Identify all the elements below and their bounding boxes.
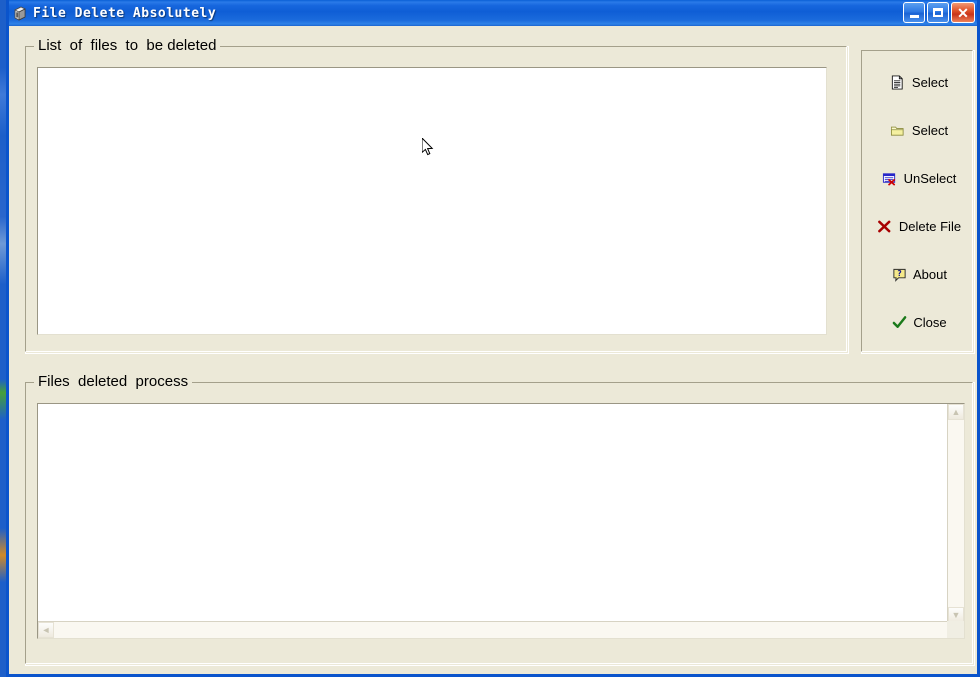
scroll-track-horizontal[interactable] (54, 622, 949, 638)
scroll-up-button[interactable]: ▲ (948, 404, 964, 420)
scrollbar-corner (947, 621, 964, 638)
maximize-button[interactable] (927, 2, 949, 23)
green-check-icon (891, 314, 907, 330)
question-bubble-icon: ? (891, 266, 907, 282)
close-icon: ✕ (957, 4, 969, 21)
process-groupbox: Files deleted process ▲ ▼ ◄ (25, 373, 975, 666)
file-list-groupbox: List of files to be deleted (25, 37, 849, 354)
file-list-legend: List of files to be deleted (34, 37, 221, 54)
maximize-icon (933, 8, 943, 17)
red-x-icon (877, 218, 893, 234)
about-button[interactable]: ? About (866, 259, 972, 289)
unselect-list-icon (882, 170, 898, 186)
window-controls: ✕ (903, 2, 975, 23)
folder-icon (890, 122, 906, 138)
application-window: File Delete Absolutely ✕ List of files t… (6, 0, 980, 677)
delete-file-button[interactable]: Delete File (866, 211, 972, 241)
process-vertical-scrollbar[interactable]: ▲ ▼ (947, 404, 964, 623)
button-label: Close (913, 314, 947, 330)
unselect-button[interactable]: UnSelect (866, 163, 972, 193)
minimize-button[interactable] (903, 2, 925, 23)
close-button[interactable]: ✕ (951, 2, 975, 23)
file-list-box[interactable] (37, 67, 827, 335)
shredder-icon (12, 5, 28, 21)
button-label: Select (911, 122, 949, 138)
window-title: File Delete Absolutely (33, 5, 217, 21)
button-label: UnSelect (903, 170, 957, 186)
process-horizontal-scrollbar[interactable]: ◄ (38, 621, 949, 638)
document-icon (890, 74, 906, 90)
button-label: Delete File (898, 218, 962, 234)
minimize-icon (909, 14, 919, 18)
button-label: About (913, 266, 947, 282)
process-legend: Files deleted process (34, 373, 193, 390)
select-folder-button[interactable]: Select (866, 115, 972, 145)
process-output-box[interactable]: ▲ ▼ ◄ (37, 403, 965, 639)
scroll-left-button[interactable]: ◄ (38, 622, 54, 638)
client-area: List of files to be deleted Select Selec… (9, 26, 977, 674)
actions-groupbox: Select Select UnSelect Delete File ? Abo… (861, 50, 975, 354)
title-bar: File Delete Absolutely ✕ (9, 0, 977, 26)
scroll-track-vertical[interactable] (948, 420, 964, 607)
select-files-button[interactable]: Select (866, 67, 972, 97)
button-label: Select (911, 74, 949, 90)
close-app-button[interactable]: Close (866, 307, 972, 337)
svg-text:?: ? (897, 269, 901, 278)
screenshot-root: File Delete Absolutely ✕ List of files t… (0, 0, 980, 677)
